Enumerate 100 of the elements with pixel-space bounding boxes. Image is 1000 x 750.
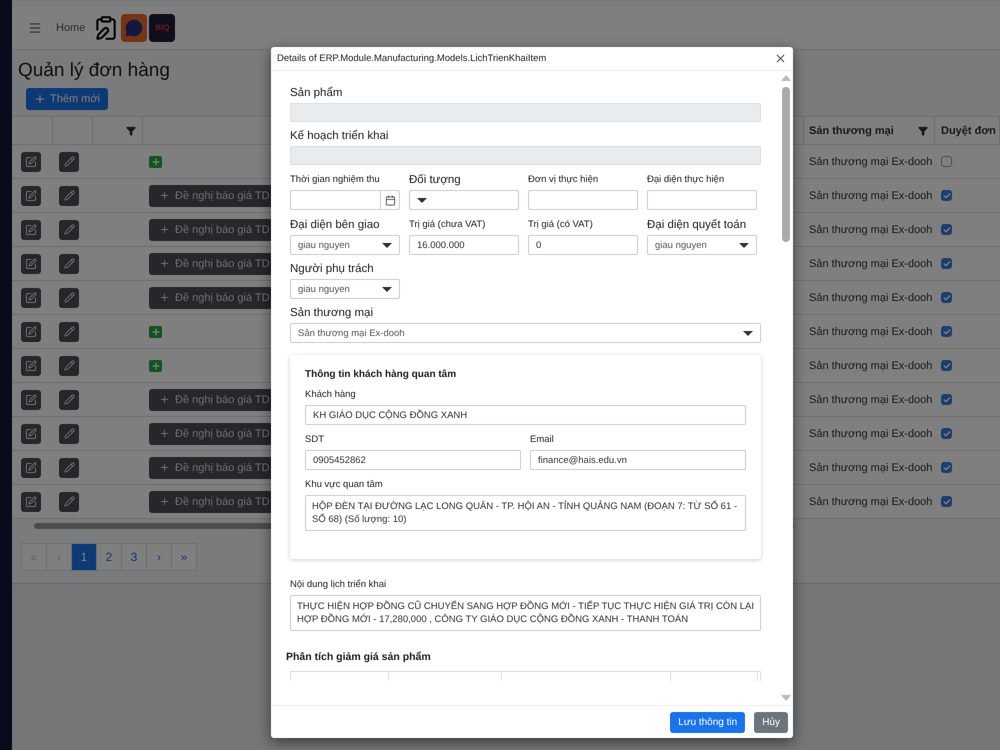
caret-icon — [382, 286, 392, 292]
pencil-button[interactable] — [59, 356, 79, 376]
pencil-button[interactable] — [59, 492, 79, 512]
brand-logo[interactable]: BIQ — [149, 14, 176, 42]
add-icon[interactable] — [149, 360, 162, 372]
checkbox[interactable] — [941, 326, 952, 337]
plus-icon — [159, 224, 170, 235]
field-label: Khu vực quan tâm — [305, 479, 384, 490]
page-button[interactable]: 1 — [71, 543, 97, 571]
page-button[interactable]: 3 — [121, 543, 147, 571]
checkbox[interactable] — [941, 224, 952, 235]
select-field[interactable]: Sản thương mại Ex-dooh — [290, 323, 761, 343]
chat-logo-icon[interactable] — [121, 14, 148, 42]
column-header: Sản thương mại — [809, 124, 894, 136]
plus-icon — [150, 156, 160, 166]
home-link[interactable]: Home — [56, 22, 86, 34]
checkbox[interactable] — [941, 360, 952, 371]
field-label: Khách hàng — [305, 389, 357, 400]
pencil-button[interactable] — [59, 458, 79, 478]
pencil-button[interactable] — [59, 254, 79, 274]
edit-button[interactable] — [21, 458, 41, 478]
edit-icon — [25, 496, 37, 508]
input-field[interactable]: finance@hais.edu.vn — [530, 450, 746, 470]
pencil-button[interactable] — [59, 322, 79, 342]
checkbox[interactable] — [941, 496, 952, 507]
pencil-icon — [64, 428, 74, 439]
input-field[interactable] — [647, 190, 757, 210]
page-button[interactable]: 2 — [96, 543, 122, 571]
caret-icon — [739, 242, 749, 248]
close-button[interactable] — [774, 52, 787, 65]
edit-button[interactable] — [21, 254, 41, 274]
input-field[interactable]: 0 — [528, 235, 638, 255]
pencil-button[interactable] — [59, 390, 79, 410]
edit-button[interactable] — [21, 390, 41, 410]
text-area[interactable]: THỰC HIỆN HỢP ĐỒNG CŨ CHUYỂN SANG HỢP ĐỒNG MỚI - TIẾP TỤC THỰC HIỆN GIÁ TRỊ CÒN LẠI HỢP ĐỒNG MỚI - 17,280,000 , CÔNG TY GIÁO DỤC CỘNG ĐỒNG XANH - THANH TOÁN — [290, 595, 761, 631]
cancel-button[interactable]: Hủy — [754, 712, 788, 732]
edit-icon — [25, 258, 37, 270]
edit-button[interactable] — [21, 152, 41, 172]
select-field[interactable]: giau nguyen — [290, 279, 400, 299]
plus-icon — [159, 496, 170, 507]
table-cell: Sản thương mại Ex-dooh — [809, 428, 932, 440]
filter-icon[interactable] — [918, 126, 928, 136]
edit-icon — [25, 428, 37, 440]
edit-button[interactable] — [21, 424, 41, 444]
date-field[interactable] — [290, 190, 400, 210]
table-cell: Sản thương mại Ex-dooh — [809, 462, 932, 474]
check-icon — [942, 294, 950, 302]
pencil-icon — [64, 496, 74, 507]
edit-button[interactable] — [21, 186, 41, 206]
edit-button[interactable] — [21, 492, 41, 512]
add-icon[interactable] — [149, 156, 162, 168]
field-label: Đối tượng — [409, 174, 462, 186]
field-label: Sản phẩm — [290, 87, 344, 99]
checkbox[interactable] — [941, 258, 952, 269]
page-title: Quản lý đơn hàng — [18, 60, 171, 82]
check-icon — [942, 192, 950, 200]
edit-icon — [25, 360, 37, 372]
input-field[interactable] — [528, 190, 638, 210]
input-field[interactable]: 16.000.000 — [409, 235, 519, 255]
pencil-button[interactable] — [59, 220, 79, 240]
checkbox[interactable] — [941, 462, 952, 473]
checkbox[interactable] — [941, 156, 952, 167]
edit-button[interactable] — [21, 356, 41, 376]
plus-icon — [34, 93, 46, 105]
field-label: Người phụ trách — [290, 263, 375, 275]
field-label: Email — [530, 434, 555, 445]
save-button[interactable]: Lưu thông tin — [670, 712, 746, 732]
pencil-button[interactable] — [59, 186, 79, 206]
edit-button[interactable] — [21, 288, 41, 308]
add-icon[interactable] — [149, 326, 162, 338]
menu-icon[interactable] — [28, 20, 42, 34]
plus-icon — [150, 326, 160, 336]
edit-button[interactable] — [21, 220, 41, 240]
text-area[interactable]: HỘP ĐÈN TẠI ĐƯỜNG LẠC LONG QUÂN - TP. HỘI AN - TỈNH QUẢNG NAM (ĐOẠN 7: TỪ SỐ 61 - SỐ 68) (Số lượng: 10) — [305, 495, 746, 531]
select-field[interactable] — [409, 190, 519, 210]
card-title: Thông tin khách hàng quan tâm — [305, 369, 458, 380]
pencil-icon — [64, 360, 74, 371]
check-icon — [942, 260, 950, 268]
pencil-icon — [64, 258, 74, 269]
input-field[interactable]: KH GIÁO DỤC CỘNG ĐỒNG XANH — [305, 405, 746, 425]
page-button[interactable]: › — [146, 543, 172, 571]
page-button[interactable]: » — [171, 543, 197, 571]
checkbox[interactable] — [941, 190, 952, 201]
pencil-button[interactable] — [59, 424, 79, 444]
field-label: Đại diện bên giao — [290, 219, 381, 231]
checkbox[interactable] — [941, 428, 952, 439]
edit-button[interactable] — [21, 322, 41, 342]
select-field[interactable]: giau nguyen — [290, 235, 400, 255]
pencil-button[interactable] — [59, 288, 79, 308]
checkbox[interactable] — [941, 292, 952, 303]
edit-icon — [25, 190, 37, 202]
checkbox[interactable] — [941, 394, 952, 405]
check-icon — [942, 226, 950, 234]
pencil-icon — [64, 224, 74, 235]
close-icon — [774, 52, 787, 65]
filter-icon[interactable] — [126, 126, 136, 136]
pencil-button[interactable] — [59, 152, 79, 172]
input-field[interactable]: 0905452862 — [305, 450, 521, 470]
add-button[interactable]: Thêm mới — [26, 88, 108, 110]
select-field[interactable]: giau nguyen — [647, 235, 757, 255]
